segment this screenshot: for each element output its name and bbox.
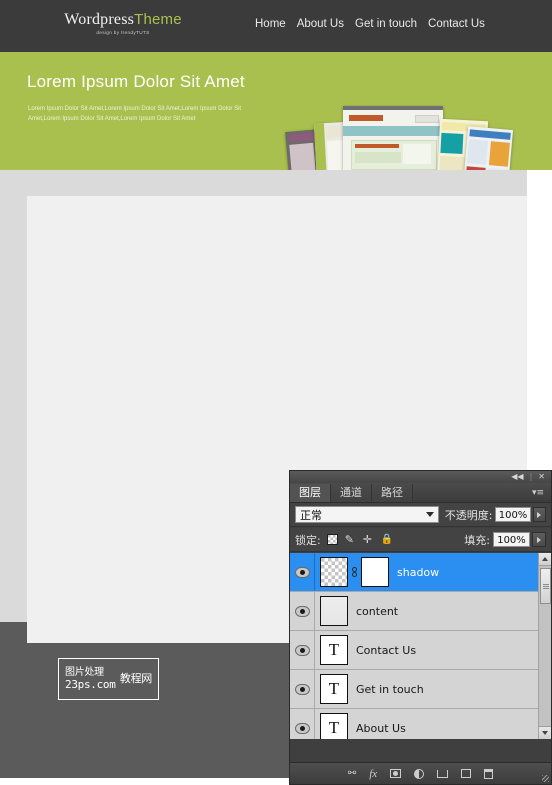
- layer-name[interactable]: Contact Us: [356, 644, 416, 657]
- opacity-label: 不透明度:: [444, 508, 493, 522]
- nav-item-home[interactable]: Home: [255, 18, 286, 30]
- blend-mode-value: 正常: [300, 508, 322, 522]
- layer-thumbnail[interactable]: [320, 557, 348, 587]
- layer-visibility-toggle[interactable]: [290, 631, 315, 669]
- lock-row[interactable]: 锁定: ✎ ✛ 🔒 填充: 100%: [290, 528, 551, 552]
- logo-part-one: Wordpress: [64, 11, 135, 28]
- mask-link-icon[interactable]: [351, 566, 358, 579]
- site-nav[interactable]: Home About Us Get in touch Contact Us: [255, 18, 485, 30]
- nav-item-about-us[interactable]: About Us: [297, 18, 344, 30]
- panel-tabs[interactable]: 图层 通道 路径 ▾≡: [290, 483, 551, 503]
- lock-all-icon[interactable]: 🔒: [381, 534, 393, 545]
- opacity-value[interactable]: 100%: [495, 507, 531, 522]
- fill-stepper[interactable]: [532, 532, 546, 547]
- layer-row-about-us[interactable]: T About Us: [290, 709, 551, 739]
- layer-thumbnails[interactable]: [315, 557, 389, 587]
- add-layer-mask-icon[interactable]: [390, 769, 402, 778]
- lock-label: 锁定:: [295, 533, 321, 547]
- site-logo[interactable]: WordpressTheme design by trendyTUTS: [58, 12, 188, 36]
- layer-thumbnails[interactable]: T: [315, 674, 348, 704]
- logo-part-two: Theme: [134, 11, 182, 28]
- blend-mode-row[interactable]: 正常 不透明度: 100%: [290, 503, 551, 527]
- logo-wordmark: WordpressTheme: [58, 12, 188, 28]
- content-top-band: [27, 170, 527, 196]
- watermark: 图片处理 23ps.com 教程网: [57, 657, 160, 701]
- fill-value[interactable]: 100%: [493, 532, 530, 547]
- titlebar-separator: |: [529, 472, 533, 481]
- layer-row-get-in-touch[interactable]: T Get in touch: [290, 670, 551, 709]
- panel-menu-icon[interactable]: ▾≡: [532, 484, 551, 502]
- watermark-line-3: 教程网: [119, 672, 152, 685]
- layer-name[interactable]: About Us: [356, 722, 406, 735]
- layers-list[interactable]: shadow content T Contact Us T Get in tou…: [290, 553, 551, 739]
- eye-icon[interactable]: [294, 683, 310, 695]
- eye-icon[interactable]: [294, 644, 310, 656]
- hero-heading: Lorem Ipsum Dolor Sit Amet: [27, 72, 245, 91]
- layer-thumbnail[interactable]: [320, 596, 348, 626]
- blend-mode-select[interactable]: 正常: [295, 506, 439, 523]
- tab-layers[interactable]: 图层: [290, 484, 331, 502]
- layer-style-fx-icon[interactable]: fx: [369, 768, 377, 779]
- type-layer-icon[interactable]: T: [320, 713, 348, 739]
- panel-footer-toolbar[interactable]: ⚯ fx: [290, 762, 551, 784]
- new-layer-icon[interactable]: [461, 769, 472, 778]
- collapse-icon[interactable]: ◀◀: [511, 473, 523, 481]
- layer-thumbnails[interactable]: T: [315, 635, 348, 665]
- transparency-lock-icon[interactable]: [326, 534, 338, 545]
- layers-scrollbar[interactable]: [538, 553, 551, 739]
- fill-label: 填充:: [464, 533, 490, 547]
- scrollbar-thumb[interactable]: [540, 568, 551, 604]
- resize-grip[interactable]: [542, 775, 549, 782]
- layer-visibility-toggle[interactable]: [290, 670, 315, 708]
- layer-thumbnails[interactable]: [315, 596, 348, 626]
- hero-body-text: Lorem Ipsum Dolor Sit Amet,Lorem Ipsum D…: [28, 106, 242, 122]
- nav-item-get-in-touch[interactable]: Get in touch: [355, 18, 417, 30]
- move-lock-icon[interactable]: ✛: [363, 534, 374, 545]
- layer-row-content[interactable]: content: [290, 592, 551, 631]
- eye-icon[interactable]: [294, 566, 310, 578]
- link-layers-icon[interactable]: ⚯: [348, 768, 356, 779]
- chevron-down-icon: [425, 512, 434, 517]
- delete-layer-icon[interactable]: [484, 768, 494, 779]
- layer-name[interactable]: shadow: [397, 566, 439, 579]
- scroll-down-icon[interactable]: [539, 726, 551, 739]
- layer-visibility-toggle[interactable]: [290, 592, 315, 630]
- new-group-icon[interactable]: [437, 769, 449, 778]
- nav-item-contact-us[interactable]: Contact Us: [428, 18, 485, 30]
- logo-tagline: design by trendyTUTS: [96, 29, 150, 36]
- site-topbar: WordpressTheme design by trendyTUTS Home…: [0, 0, 552, 52]
- scroll-up-icon[interactable]: [539, 553, 551, 566]
- opacity-stepper[interactable]: [532, 507, 546, 522]
- lock-icons-group[interactable]: ✎ ✛ 🔒: [326, 534, 393, 545]
- layer-row-contact-us[interactable]: T Contact Us: [290, 631, 551, 670]
- eye-icon[interactable]: [294, 722, 310, 734]
- type-layer-icon[interactable]: T: [320, 674, 348, 704]
- left-gray-column: [0, 170, 27, 622]
- photoshop-layers-panel[interactable]: ◀◀ | ✕ 图层 通道 路径 ▾≡ 正常 不透明度: 100% 锁定: ✎ ✛…: [289, 470, 552, 785]
- layer-name[interactable]: Get in touch: [356, 683, 424, 696]
- adjustment-layer-icon[interactable]: [414, 768, 425, 779]
- hero-banner: Lorem Ipsum Dolor Sit Amet Lorem Ipsum D…: [0, 52, 552, 223]
- panel-titlebar: ◀◀ | ✕: [290, 471, 551, 483]
- layer-thumbnails[interactable]: T: [315, 713, 348, 739]
- close-icon[interactable]: ✕: [538, 473, 545, 481]
- tab-paths[interactable]: 路径: [372, 484, 413, 502]
- layer-visibility-toggle[interactable]: [290, 709, 315, 739]
- eye-icon[interactable]: [294, 605, 310, 617]
- layer-name[interactable]: content: [356, 605, 398, 618]
- layer-visibility-toggle[interactable]: [290, 553, 315, 591]
- layer-mask-thumbnail[interactable]: [361, 557, 389, 587]
- tab-channels[interactable]: 通道: [331, 484, 372, 502]
- type-layer-icon[interactable]: T: [320, 635, 348, 665]
- brush-lock-icon[interactable]: ✎: [345, 534, 356, 545]
- layer-row-shadow[interactable]: shadow: [290, 553, 551, 592]
